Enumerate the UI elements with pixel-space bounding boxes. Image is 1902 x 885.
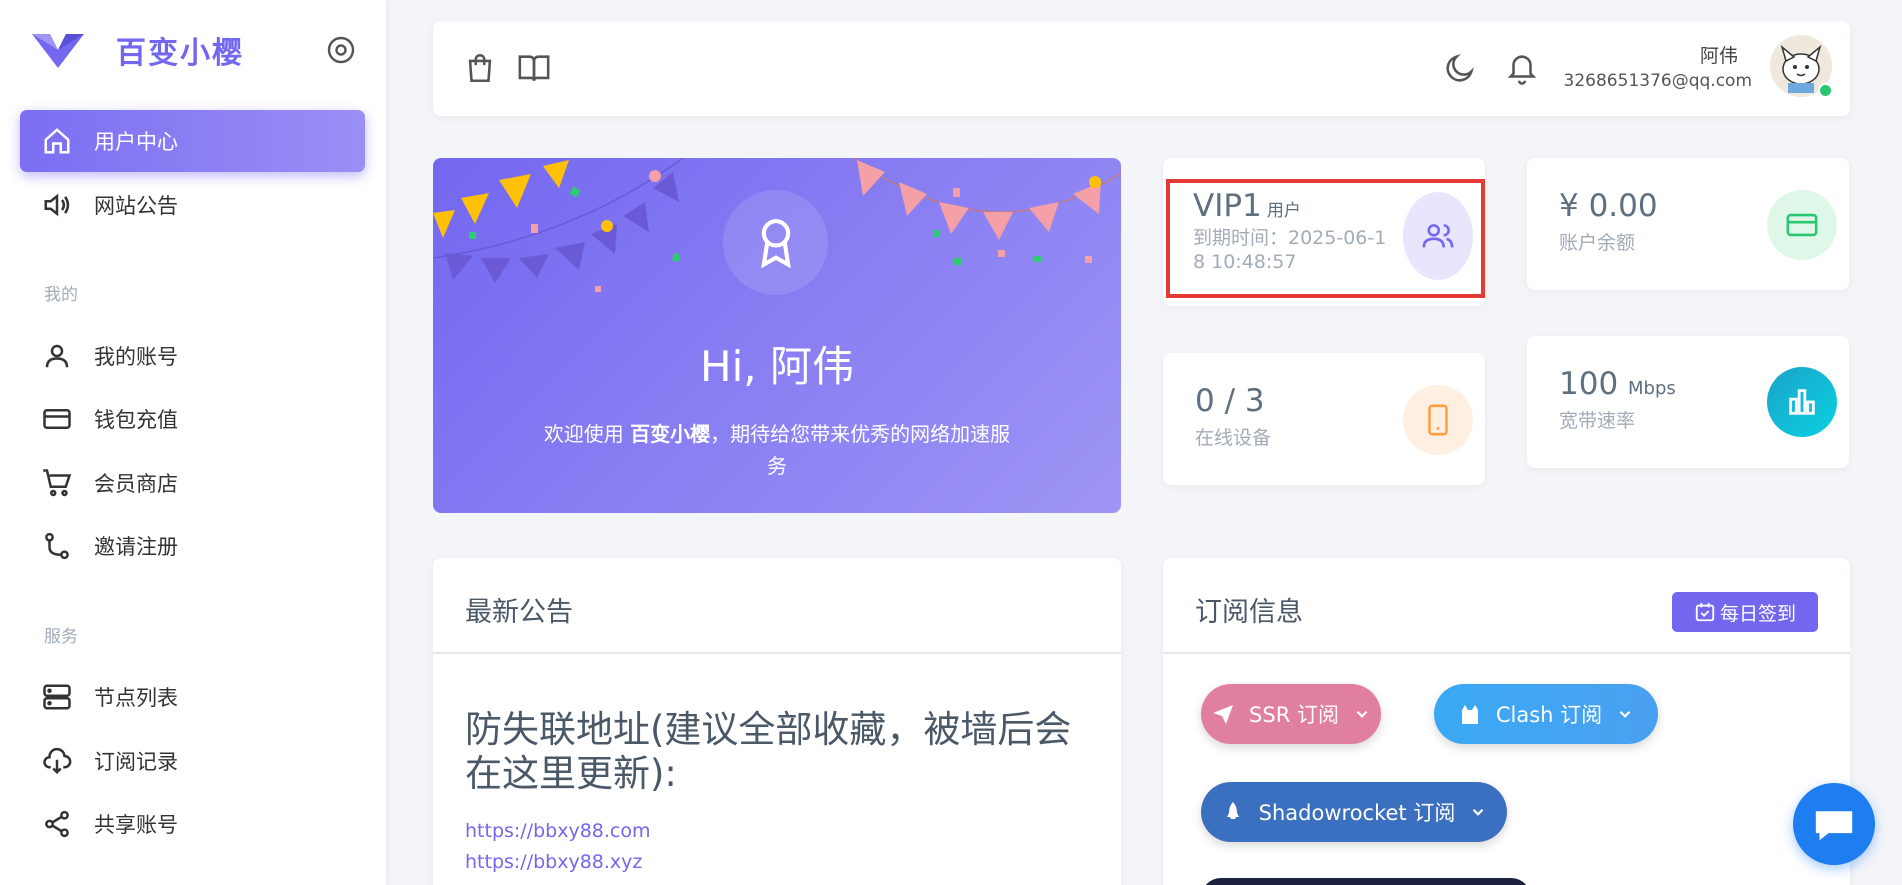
award-badge: [723, 190, 828, 295]
balance-value: ¥ 0.00: [1559, 188, 1658, 224]
topbar: 阿伟 3268651376@qq.com: [433, 21, 1850, 116]
balance-icon-wrap: [1767, 190, 1837, 260]
server-icon: [43, 684, 71, 710]
bell-icon[interactable]: [1505, 51, 1539, 85]
sidebar-item-nodes[interactable]: 节点列表: [20, 666, 365, 728]
tablet-icon: [1428, 404, 1448, 436]
user-icon: [45, 344, 69, 368]
more-subscribe-button[interactable]: [1201, 878, 1531, 885]
devices-label: 在线设备: [1195, 427, 1272, 449]
share-icon: [45, 810, 69, 838]
sidebar-item-label: 网站公告: [94, 194, 178, 218]
greeting: Hi, 阿伟: [700, 342, 854, 391]
bandwidth-icon-wrap: [1767, 367, 1837, 437]
sidebar-item-label: 会员商店: [94, 472, 178, 496]
sidebar-item-label: 用户中心: [94, 130, 178, 154]
devices-value: 0 / 3: [1195, 383, 1265, 419]
sidebar-item-announcements[interactable]: 网站公告: [20, 174, 365, 236]
announcement-link[interactable]: https://bbxy88.xyz: [465, 851, 642, 873]
checkin-label: 每日签到: [1719, 602, 1796, 625]
credit-card-icon: [43, 409, 71, 429]
cloud-download-icon: [43, 747, 72, 775]
sidebar-item-label: 节点列表: [94, 686, 178, 710]
sidebar-item-user-center[interactable]: 用户中心: [20, 110, 365, 172]
clash-subscribe-label: Clash 订阅: [1495, 703, 1603, 727]
sidebar-item-subscription-log[interactable]: 订阅记录: [20, 730, 365, 792]
card-divider: [433, 652, 1121, 654]
subscription-card: 订阅信息 每日签到 SSR 订阅 Clash 订阅 Shadowrocket 订…: [1163, 558, 1850, 885]
sidebar-item-label: 共享账号: [94, 813, 178, 837]
sidebar-item-invite[interactable]: 邀请注册: [20, 515, 365, 577]
welcome-card: Hi, 阿伟 欢迎使用 百变小樱，期待给您带来优秀的网络加速服务: [433, 158, 1121, 513]
ssr-subscribe-button[interactable]: SSR 订阅: [1201, 684, 1381, 744]
sidebar-item-shared-accounts[interactable]: 共享账号: [20, 793, 365, 855]
vip-highlight-box: [1166, 179, 1485, 298]
bar-chart-icon: [1789, 389, 1815, 415]
chevron-down-icon: [1473, 808, 1484, 816]
balance-label: 账户余额: [1559, 232, 1636, 254]
bandwidth-label: 宽带速率: [1559, 410, 1636, 432]
send-icon: [1213, 705, 1234, 724]
award-icon: [761, 219, 791, 268]
bandwidth-stat-card: 100 Mbps 宽带速率: [1527, 336, 1849, 468]
daily-checkin-button[interactable]: 每日签到: [1672, 592, 1818, 632]
shadowrocket-subscribe-button[interactable]: Shadowrocket 订阅: [1201, 782, 1507, 842]
git-branch-icon: [45, 532, 69, 560]
bandwidth-unit: Mbps: [1628, 378, 1676, 399]
cart-icon: [43, 469, 72, 497]
user-email: 3268651376@qq.com: [1563, 71, 1752, 91]
sidebar-item-label: 订阅记录: [94, 750, 178, 774]
clash-subscribe-button[interactable]: Clash 订阅: [1434, 684, 1658, 744]
devices-stat-card: 0 / 3 在线设备: [1163, 353, 1485, 485]
logo-icon: [32, 34, 84, 68]
welcome-message: 欢迎使用 百变小樱，期待给您带来优秀的网络加速服务: [543, 418, 1011, 482]
announcement-title: 最新公告: [465, 597, 573, 628]
announcement-heading: 防失联地址(建议全部收藏，被墙后会在这里更新):: [465, 708, 1072, 795]
chat-button[interactable]: [1793, 783, 1875, 865]
sidebar-item-label: 钱包充值: [94, 408, 178, 432]
online-status-dot: [1818, 83, 1833, 98]
sidebar: 百变小樱 用户中心 网站公告 我的 我的账号 钱包充值 会员商店 邀请注册 服务…: [0, 0, 386, 885]
devices-icon-wrap: [1403, 385, 1473, 455]
nav-section-header-service: 服务: [44, 627, 78, 647]
announcement-link[interactable]: https://bbxy88.com: [465, 820, 651, 842]
brand-name: 百变小樱: [116, 36, 244, 71]
subscription-title: 订阅信息: [1195, 597, 1303, 628]
announcement-card: 最新公告 防失联地址(建议全部收藏，被墙后会在这里更新): https://bb…: [433, 558, 1121, 885]
collapse-sidebar-icon[interactable]: [326, 35, 356, 65]
sidebar-item-label: 邀请注册: [94, 535, 178, 559]
chat-bubble-icon: [1815, 811, 1853, 841]
welcome-message-suffix: ，期待给您带来优秀的网络加速服务: [710, 422, 1011, 478]
nav-section-header-mine: 我的: [44, 285, 78, 305]
rocket-icon: [1226, 802, 1239, 819]
cat-icon: [1461, 705, 1478, 724]
chevron-down-icon: [1356, 710, 1368, 718]
bandwidth-value: 100: [1559, 366, 1619, 402]
welcome-message-prefix: 欢迎使用: [543, 422, 631, 446]
calendar-check-icon: [1695, 602, 1715, 622]
credit-card-icon: [1786, 213, 1818, 237]
sidebar-item-label: 我的账号: [94, 345, 178, 369]
sidebar-item-wallet[interactable]: 钱包充值: [20, 388, 365, 450]
card-divider: [1163, 652, 1850, 654]
book-icon[interactable]: [517, 51, 551, 85]
shadowrocket-subscribe-label: Shadowrocket 订阅: [1258, 801, 1456, 825]
bandwidth-line: 100 Mbps: [1559, 366, 1676, 402]
balance-stat-card: ¥ 0.00 账户余额: [1527, 158, 1849, 290]
home-icon: [44, 128, 70, 154]
moon-icon[interactable]: [1443, 51, 1477, 85]
shopping-bag-icon[interactable]: [463, 51, 497, 85]
chevron-down-icon: [1619, 710, 1631, 718]
megaphone-icon: [44, 193, 70, 217]
sidebar-item-shop[interactable]: 会员商店: [20, 452, 365, 514]
user-name: 阿伟: [1699, 45, 1738, 67]
brand[interactable]: 百变小樱: [30, 30, 244, 71]
sidebar-item-my-account[interactable]: 我的账号: [20, 325, 365, 387]
ssr-subscribe-label: SSR 订阅: [1249, 703, 1339, 727]
welcome-brand: 百变小樱: [630, 422, 711, 446]
